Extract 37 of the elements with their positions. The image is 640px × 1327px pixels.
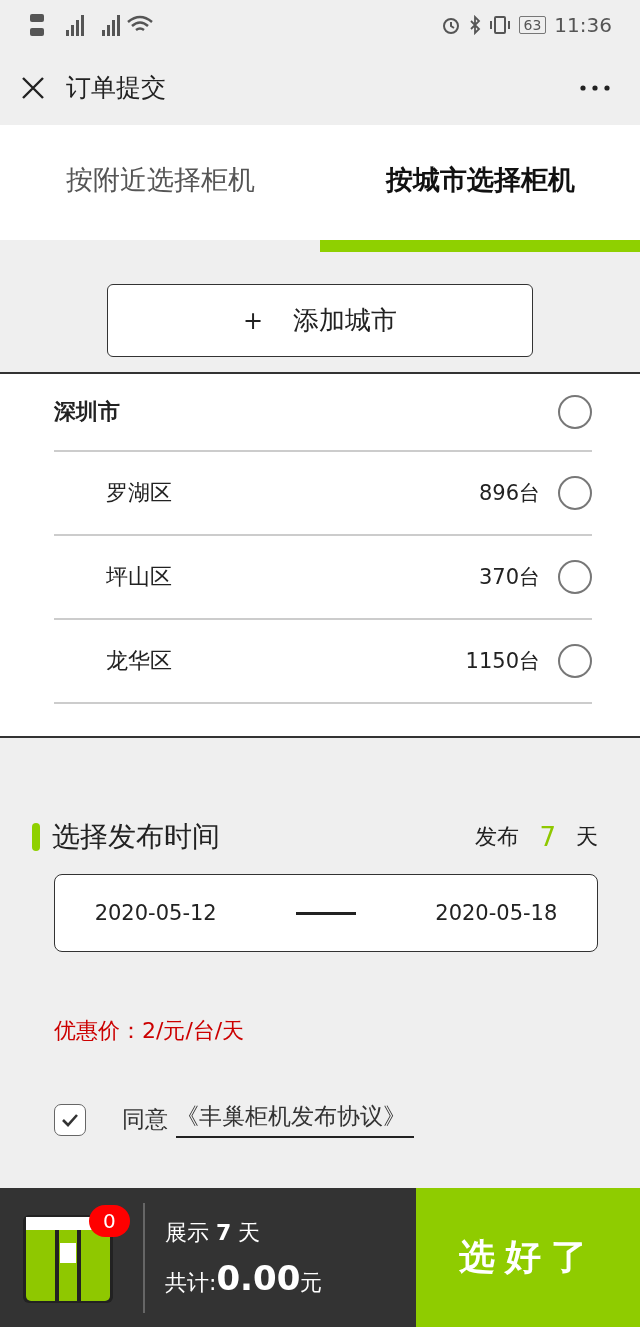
accent-bar: [32, 823, 40, 851]
check-icon: [61, 1112, 79, 1127]
alarm-icon: [440, 15, 461, 35]
days-count: 7: [539, 822, 556, 852]
start-date: 2020-05-12: [94, 901, 217, 925]
discount-price: 优惠价：2/元/台/天: [54, 1017, 246, 1045]
days-label: 发布: [475, 823, 520, 851]
radio-button[interactable]: [558, 560, 592, 594]
machine-count: 896台: [478, 480, 540, 507]
radio-button[interactable]: [558, 395, 592, 429]
district-name: 龙华区: [106, 647, 173, 675]
add-city-button[interactable]: + 添加城市: [107, 284, 533, 357]
end-date: 2020-05-18: [435, 901, 558, 925]
range-dash: [296, 911, 356, 915]
days-unit: 天: [576, 823, 598, 851]
page-title: 订单提交: [66, 72, 167, 104]
radio-button[interactable]: [558, 644, 592, 678]
bluetooth-icon: [468, 15, 481, 35]
more-icon[interactable]: [580, 84, 610, 91]
radio-button[interactable]: [558, 476, 592, 510]
agree-checkbox[interactable]: [54, 1103, 86, 1136]
city-name: 深圳市: [54, 398, 120, 426]
machine-count: 370台: [478, 564, 540, 591]
total-price: 共计:0.00元: [165, 1257, 324, 1298]
cart-count-badge: 0: [89, 1204, 130, 1237]
date-range-field[interactable]: 2020-05-12 2020-05-18: [54, 874, 598, 952]
vibrate-icon: [488, 15, 511, 35]
battery-level: 63: [518, 16, 547, 34]
district-name: 坪山区: [106, 563, 173, 591]
district-name: 罗湖区: [106, 479, 173, 507]
clock-time: 11:36: [554, 13, 612, 37]
machine-count: 1150台: [465, 648, 540, 675]
agreement-link[interactable]: 《丰巢柜机发布协议》: [176, 1101, 414, 1138]
display-days: 展示 7 天: [165, 1217, 416, 1248]
close-icon[interactable]: [20, 74, 46, 101]
section-title: 选择发布时间: [52, 819, 221, 855]
agree-label: 同意: [122, 1105, 168, 1134]
